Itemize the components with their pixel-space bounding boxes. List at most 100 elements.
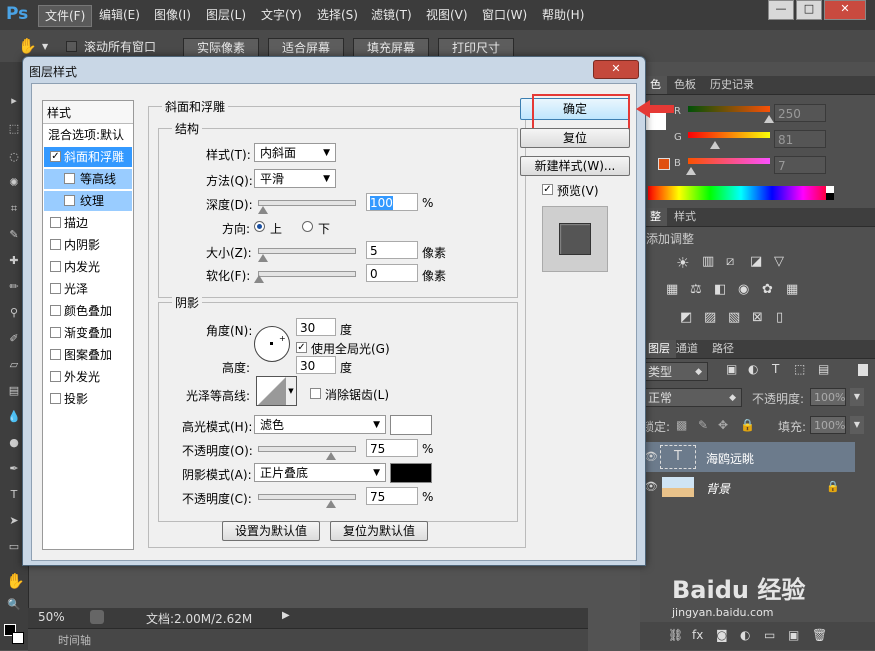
style-item[interactable]: ✓ 斜面和浮雕 [44,147,132,167]
highlight-opacity-knob[interactable] [326,452,336,460]
menu-type[interactable]: 文字(Y) [255,5,308,25]
tab-history[interactable]: 历史记录 [704,76,760,94]
r-slider[interactable] [688,106,770,112]
selective-color-icon[interactable]: ⊠ [752,310,763,325]
invert-icon[interactable]: ◩ [680,310,692,325]
lock-all-icon[interactable]: 🔒 [740,418,755,432]
b-slider-knob[interactable] [686,167,696,175]
close-window-button[interactable]: ✕ [824,0,866,20]
new-style-button[interactable]: 新建样式(W)... [520,156,630,176]
style-item[interactable]: 投影 [44,389,132,409]
depth-slider-knob[interactable] [258,206,268,214]
layer-filter-select[interactable]: 类型 ◆ [642,362,708,381]
lock-pixels-icon[interactable]: ✎ [698,418,708,432]
actual-pixels-button[interactable]: 实际像素 [183,38,259,58]
highlight-mode-select[interactable]: 滤色 ▼ [254,415,386,434]
fit-screen-button[interactable]: 适合屏幕 [268,38,344,58]
b-value-input[interactable]: 7 [774,156,826,174]
angle-dial[interactable]: + [254,326,290,362]
shadow-mode-select[interactable]: 正片叠底 ▼ [254,463,386,482]
chevron-right-icon[interactable]: ▶ [282,610,290,621]
opacity-input[interactable]: 100% [810,388,846,406]
tab-channels[interactable]: 通道 [670,340,704,358]
move-tool-icon[interactable]: ▸ [6,94,22,108]
style-item[interactable]: 描边 [44,213,132,233]
filter-adjust-icon[interactable]: ◐ [748,362,758,376]
background-color-swatch[interactable] [12,632,24,644]
style-item[interactable]: 渐变叠加 [44,323,132,343]
tab-adjustments[interactable]: 整 [644,208,667,226]
style-item[interactable]: 内发光 [44,257,132,277]
dodge-tool-icon[interactable]: ● [6,436,22,450]
menu-image[interactable]: 图像(I) [148,5,197,25]
filter-shape-icon[interactable]: ⬚ [794,362,805,376]
quick-select-tool-icon[interactable]: ✺ [6,176,22,190]
threshold-icon[interactable]: ▧ [728,310,740,325]
minimize-button[interactable]: — [768,0,794,20]
style-checkbox[interactable] [50,261,61,272]
fill-input[interactable]: 100% [810,416,846,434]
path-select-tool-icon[interactable]: ➤ [6,514,22,528]
g-value-input[interactable]: 81 [774,130,826,148]
size-slider-knob[interactable] [258,254,268,262]
lock-transparent-icon[interactable]: ▩ [676,418,687,432]
curves-icon[interactable]: ⧄ [726,254,734,269]
angle-input[interactable]: 30 [296,318,336,336]
hand-tool-icon[interactable]: ✋ [6,572,25,590]
menu-window[interactable]: 窗口(W) [476,5,533,25]
size-input[interactable]: 5 [366,241,418,259]
direction-down-radio[interactable] [302,221,313,232]
zoom-level[interactable]: 50% [38,610,65,624]
g-slider[interactable] [688,132,770,138]
r-value-input[interactable]: 250 [774,104,826,122]
style-item[interactable]: 等高线 [44,169,132,189]
preview-checkbox[interactable]: ✓ [542,184,553,195]
r-slider-knob[interactable] [764,115,774,123]
bevel-style-select[interactable]: 内斜面 ▼ [254,143,336,162]
chevron-down-icon[interactable]: ▼ [850,388,864,406]
lasso-tool-icon[interactable]: ◌ [6,150,22,164]
black-white-icon[interactable]: ◧ [714,282,726,297]
menu-layer[interactable]: 图层(L) [200,5,252,25]
blur-tool-icon[interactable]: 💧 [6,410,22,424]
tab-swatches[interactable]: 色板 [668,76,702,94]
soften-input[interactable]: 0 [366,264,418,282]
styles-header-cell[interactable]: 样式 [43,101,133,124]
pen-tool-icon[interactable]: ✒ [6,462,22,476]
style-item[interactable]: 颜色叠加 [44,301,132,321]
style-checkbox[interactable] [64,173,75,184]
style-item[interactable]: 外发光 [44,367,132,387]
fx-icon[interactable]: fx [692,628,703,642]
style-item[interactable]: 光泽 [44,279,132,299]
style-checkbox[interactable] [50,349,61,360]
shape-tool-icon[interactable]: ▭ [6,540,22,554]
shadow-color-swatch[interactable] [390,463,432,483]
menu-help[interactable]: 帮助(H) [536,5,590,25]
close-icon[interactable]: ✕ [593,60,639,79]
gradient-map-icon[interactable]: ▯ [776,310,783,325]
exposure-icon[interactable]: ◪ [750,254,762,269]
shadow-opacity-slider[interactable] [258,494,356,500]
layer-name[interactable]: 海鸥远眺 [706,450,754,467]
tab-paths[interactable]: 路径 [706,340,740,358]
eraser-tool-icon[interactable]: ▱ [6,358,22,372]
color-warning-swatch[interactable] [658,158,670,170]
eye-icon[interactable]: 👁 [644,480,658,493]
technique-select[interactable]: 平滑 ▼ [254,169,336,188]
reset-button[interactable]: 复位 [520,128,630,148]
scroll-all-checkbox[interactable] [66,41,77,52]
menu-filter[interactable]: 滤镜(T) [365,5,418,25]
stamp-tool-icon[interactable]: ⚲ [6,306,22,320]
layer-row[interactable]: 👁 背景 🔒 [640,474,855,500]
print-size-button[interactable]: 打印尺寸 [438,38,514,58]
menu-edit[interactable]: 编辑(E) [93,5,146,25]
tab-color[interactable]: 色 [644,76,667,94]
hand-tool-icon[interactable]: ✋ [18,37,37,55]
filter-smart-icon[interactable]: ▤ [818,362,829,376]
type-tool-icon[interactable]: T [6,488,22,502]
highlight-color-swatch[interactable] [390,415,432,435]
chevron-down-icon[interactable]: ▼ [850,416,864,434]
menu-view[interactable]: 视图(V) [420,5,474,25]
style-item[interactable]: 内阴影 [44,235,132,255]
photo-filter-icon[interactable]: ◉ [738,282,749,297]
